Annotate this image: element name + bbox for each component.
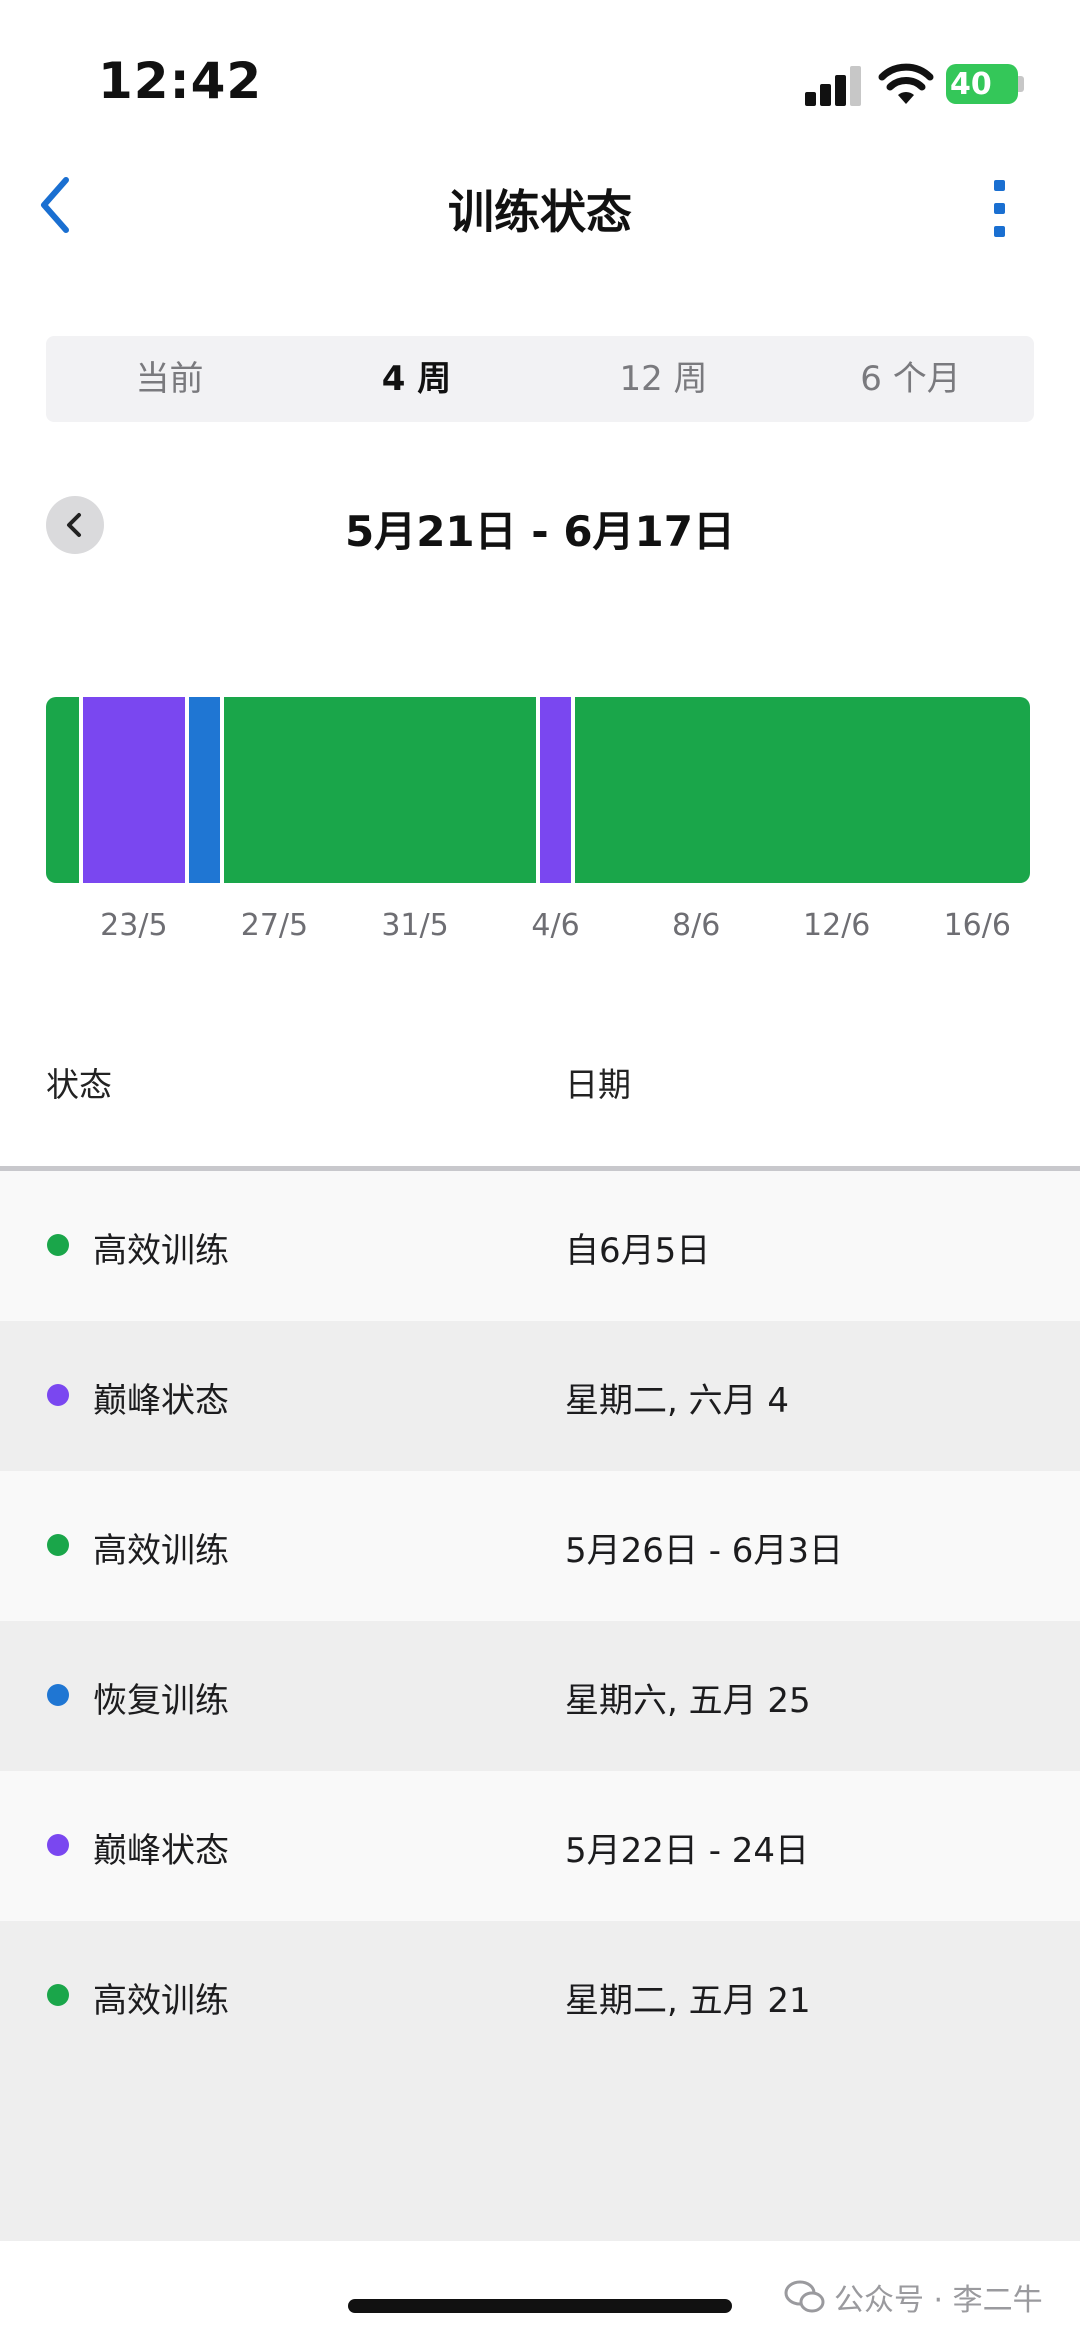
cellular-signal-icon [805,66,861,106]
page-title: 训练状态 [448,185,632,239]
home-indicator[interactable] [348,2299,732,2313]
segment-6-months[interactable]: 6 个月 [787,336,1034,422]
row-date: 星期六, 五月 25 [565,1681,811,1721]
timeline-segment [188,697,220,883]
more-button[interactable] [976,176,1022,242]
status-bar: 12:42 40 [0,0,1080,150]
wechat-icon [784,2280,825,2313]
row-state: 巅峰状态 [93,1381,229,1421]
row-state: 巅峰状态 [93,1831,229,1871]
x-tick-label: 31/5 [381,908,449,943]
timeline-segment [83,697,185,883]
battery-level: 40 [950,67,992,102]
row-state: 恢复训练 [93,1681,229,1721]
x-tick-label: 16/6 [943,908,1011,943]
row-date: 5月26日 - 6月3日 [565,1531,844,1571]
row-state: 高效训练 [93,1231,229,1271]
x-tick-label: 23/5 [100,908,168,943]
segment-12-weeks[interactable]: 12 周 [540,336,787,422]
x-tick-label: 27/5 [240,908,309,943]
status-dot [47,1684,69,1706]
list-item[interactable]: 高效训练 自6月5日 [0,1171,1080,1321]
wifi-icon [878,63,934,104]
segment-4-weeks[interactable]: 4 周 [293,336,540,422]
date-range-label: 5月21日 - 6月17日 [344,507,736,556]
battery-icon: 40 [946,64,1024,104]
timeline-segment [540,697,572,883]
column-header-state: 状态 [46,1065,112,1104]
timeline-segment [575,697,1030,883]
status-dot [47,1384,69,1406]
more-vertical-icon [994,180,1005,191]
watermark-text: 公众号 · 李二牛 [834,2283,1043,2318]
timeline-segment [223,697,536,883]
x-tick-label: 4/6 [531,908,580,943]
status-dot [47,1234,69,1256]
row-state: 高效训练 [93,1531,229,1571]
row-date: 5月22日 - 24日 [565,1831,810,1871]
list-item[interactable]: 巅峰状态 5月22日 - 24日 [0,1771,1080,1921]
status-dot [47,1534,69,1556]
x-tick-label: 12/6 [803,908,871,943]
column-header-date: 日期 [565,1065,631,1104]
row-state: 高效训练 [93,1981,229,2021]
period-segmented-control: 当前 4 周 12 周 6 个月 [46,336,1034,422]
x-tick-label: 8/6 [672,908,721,943]
segment-current[interactable]: 当前 [46,336,293,422]
list-item[interactable]: 高效训练 5月26日 - 6月3日 [0,1471,1080,1621]
status-history-list: 高效训练 自6月5日 巅峰状态 星期二, 六月 4 高效训练 5月26日 - 6… [0,1171,1080,2241]
training-status-timeline-chart [46,697,1030,883]
row-date: 星期二, 五月 21 [565,1981,811,2021]
watermark: 公众号 · 李二牛 [784,2275,1043,2319]
list-item[interactable]: 恢复训练 星期六, 五月 25 [0,1621,1080,1771]
list-item[interactable]: 高效训练 星期二, 五月 21 [0,1921,1080,2071]
nav-bar: 训练状态 [0,150,1080,270]
status-dot [47,1984,69,2006]
list-item[interactable]: 巅峰状态 星期二, 六月 4 [0,1321,1080,1471]
status-time: 12:42 [98,52,263,110]
row-date: 星期二, 六月 4 [565,1381,790,1421]
row-date: 自6月5日 [565,1231,711,1271]
timeline-segment [46,697,80,883]
status-dot [47,1834,69,1856]
